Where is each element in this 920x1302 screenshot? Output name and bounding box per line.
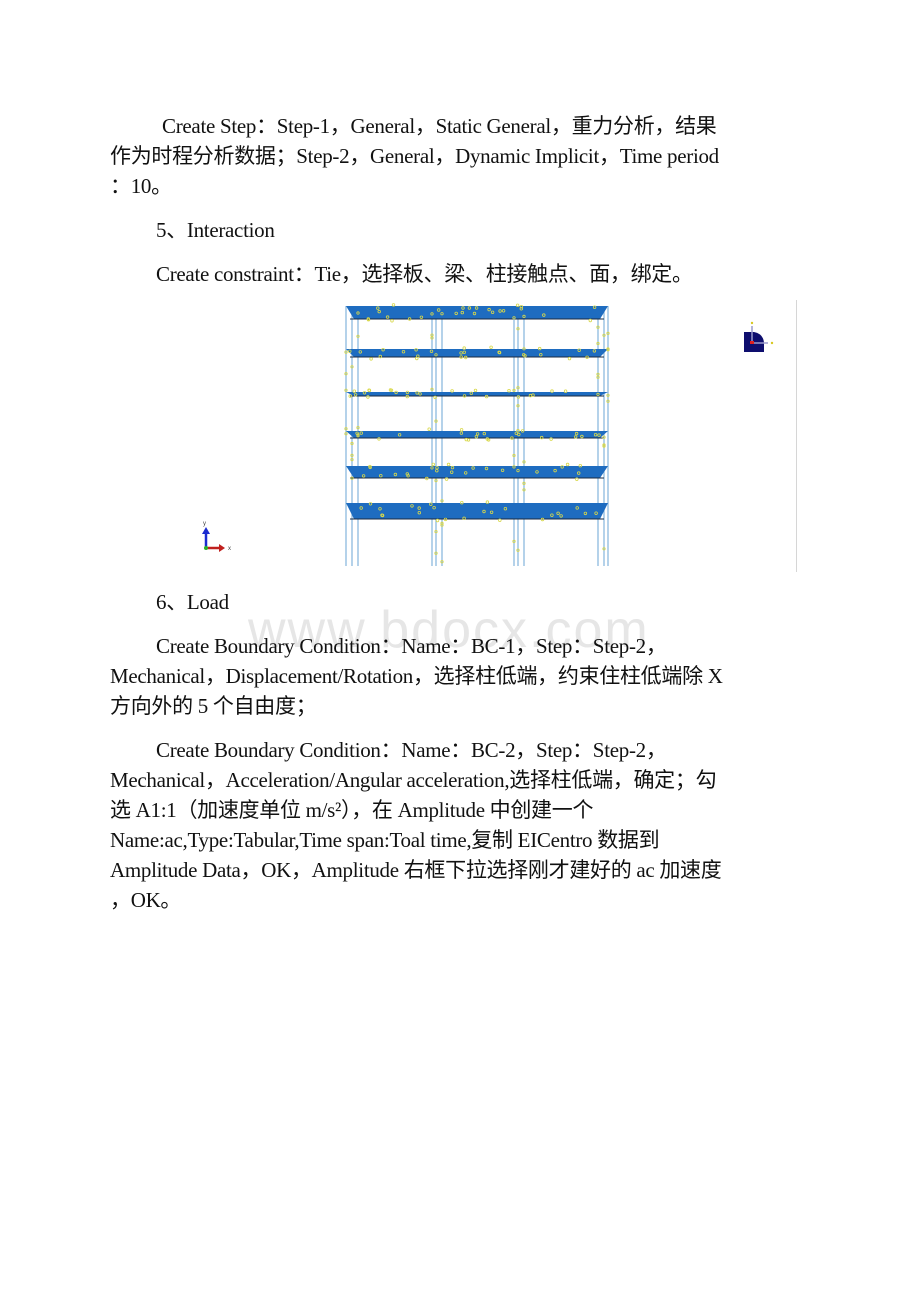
tie-marker (575, 477, 579, 481)
tie-marker (507, 388, 511, 393)
paragraph-create-constraint: Create constraint：Tie，选择板、梁、柱接触点、面，绑定。 (156, 262, 693, 286)
tie-marker (515, 303, 520, 307)
tie-marker (405, 394, 409, 399)
tie-marker (431, 462, 435, 467)
tie-marker (466, 438, 471, 442)
text-line: Create Step：Step-1，General，Static Genera… (162, 114, 717, 138)
heading-interaction: 5、Interaction (156, 218, 275, 242)
tie-marker (450, 389, 454, 393)
tie-marker (444, 477, 449, 481)
text-line: 选 A1:1（加速度单位 m/s²），在 Amplitude 中创建一个 (110, 798, 594, 822)
tie-marker (489, 345, 493, 349)
text-line: ：10。 (110, 174, 172, 198)
tie-marker (520, 429, 525, 433)
tie-marker (462, 346, 466, 350)
tie-marker (567, 356, 572, 361)
tie-marker (563, 389, 568, 393)
tie-marker (550, 389, 554, 393)
tie-marker (415, 356, 419, 361)
text-line: Amplitude Data，OK，Amplitude 右框下拉选择刚才建好的 … (110, 858, 722, 882)
floor-slab (346, 503, 608, 519)
floor-slab (346, 466, 608, 478)
view-cube-icon (744, 321, 774, 352)
heading-load: 6、Load (156, 590, 229, 614)
tie-marker (377, 437, 381, 441)
tie-marker (538, 346, 542, 351)
svg-text:x: x (228, 546, 231, 552)
tie-marker (565, 462, 570, 467)
tie-marker (391, 303, 396, 307)
text-line: 作为时程分析数据；Step-2，General，Dynamic Implicit… (110, 144, 719, 168)
tie-marker (352, 389, 356, 393)
tie-marker (390, 319, 394, 323)
tie-marker (498, 518, 502, 522)
tie-marker (369, 357, 373, 361)
floor-slab (346, 392, 608, 396)
floor-slab (346, 306, 608, 319)
tie-marker (366, 395, 370, 399)
text-line: Create Boundary Condition：Name：BC-2，Step… (156, 738, 667, 762)
tie-marker (367, 388, 372, 393)
text-line: Mechanical，Displacement/Rotation，选择柱低端，约… (110, 664, 723, 688)
text-line: Mechanical，Acceleration/Angular accelera… (110, 768, 717, 792)
text-line: Create Boundary Condition：Name：BC-1，Step… (156, 634, 667, 658)
tie-marker (588, 318, 592, 323)
tie-marker (427, 427, 431, 431)
tie-marker (578, 463, 582, 468)
tie-marker (435, 518, 440, 523)
frame-model-svg: x y (202, 303, 774, 566)
paragraph-boundary-condition-1: Create Boundary Condition：Name：BC-1，Step… (110, 631, 810, 721)
text-line: ，OK。 (110, 888, 182, 912)
paragraph-boundary-condition-2: Create Boundary Condition：Name：BC-2，Step… (110, 735, 810, 915)
floor-slab (346, 431, 608, 438)
tie-marker (459, 428, 464, 432)
tie-marker (473, 388, 478, 393)
slabs (346, 306, 608, 520)
floor-slab (346, 349, 608, 357)
paragraph-create-step: Create Step：Step-1，General，Static Genera… (110, 111, 810, 201)
text-line: 方向外的 5 个自由度； (110, 694, 317, 718)
text-line: Name:ac,Type:Tabular,Time span:Toal time… (110, 828, 660, 852)
abaqus-model-figure: x y (180, 298, 800, 573)
tie-marker (446, 462, 451, 467)
tie-marker (366, 318, 371, 322)
svg-text:y: y (203, 521, 206, 527)
tie-marker (460, 500, 464, 505)
tie-marker (484, 394, 489, 399)
tie-marker (549, 437, 553, 441)
tie-marker (485, 500, 490, 504)
tie-marker (433, 395, 437, 400)
axis-triad-icon: x y (202, 521, 231, 552)
